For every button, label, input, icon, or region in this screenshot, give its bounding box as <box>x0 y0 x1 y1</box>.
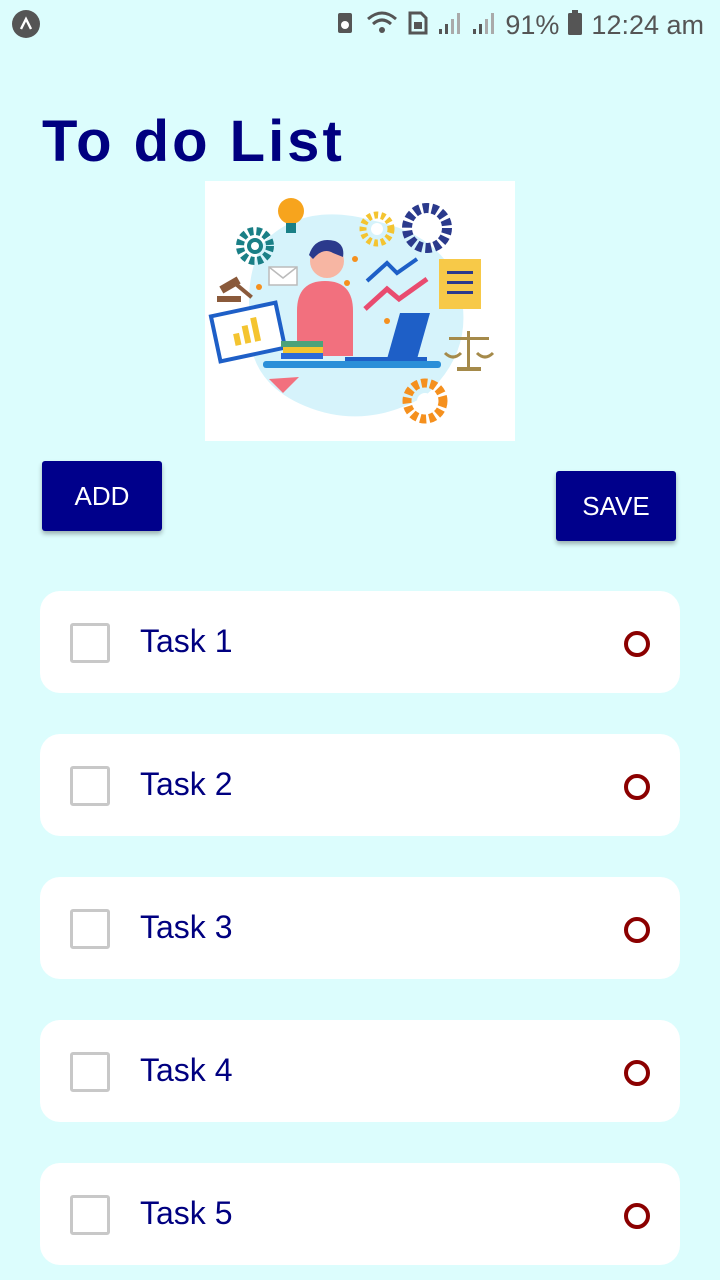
clock: 12:24 am <box>591 9 704 40</box>
task-item: Task 4 <box>40 1020 680 1122</box>
signal-icon-2 <box>471 9 497 42</box>
task-item: Task 3 <box>40 877 680 979</box>
task-checkbox[interactable] <box>70 1052 110 1092</box>
task-label: Task 1 <box>140 623 233 659</box>
add-button[interactable]: ADD <box>42 461 162 531</box>
wifi-icon <box>365 9 399 42</box>
task-label: Task 3 <box>140 909 233 945</box>
task-item: Task 2 <box>40 734 680 836</box>
sim-card-icon <box>407 9 429 42</box>
task-label: Task 2 <box>140 766 233 802</box>
recycle-icon <box>333 9 357 42</box>
page-title: To do List <box>42 109 345 174</box>
task-label: Task 4 <box>140 1052 233 1088</box>
status-icons: 91% 12:24 am <box>333 6 704 44</box>
delete-task-icon[interactable] <box>624 1203 650 1229</box>
battery-percentage: 91% <box>505 9 560 40</box>
delete-task-icon[interactable] <box>624 1060 650 1086</box>
app-notification-icon <box>12 10 40 38</box>
task-checkbox[interactable] <box>70 766 110 806</box>
task-item: Task 5 <box>40 1163 680 1265</box>
status-bar: 91% 12:24 am <box>0 0 720 50</box>
delete-task-icon[interactable] <box>624 917 650 943</box>
save-button[interactable]: SAVE <box>556 471 676 541</box>
task-checkbox[interactable] <box>70 623 110 663</box>
signal-icon-1 <box>437 9 463 42</box>
task-item: Task 1 <box>40 591 680 693</box>
task-checkbox[interactable] <box>70 909 110 949</box>
battery-icon <box>567 9 583 42</box>
task-checkbox[interactable] <box>70 1195 110 1235</box>
task-label: Task 5 <box>140 1195 233 1231</box>
delete-task-icon[interactable] <box>624 631 650 657</box>
productivity-illustration <box>205 181 515 441</box>
delete-task-icon[interactable] <box>624 774 650 800</box>
